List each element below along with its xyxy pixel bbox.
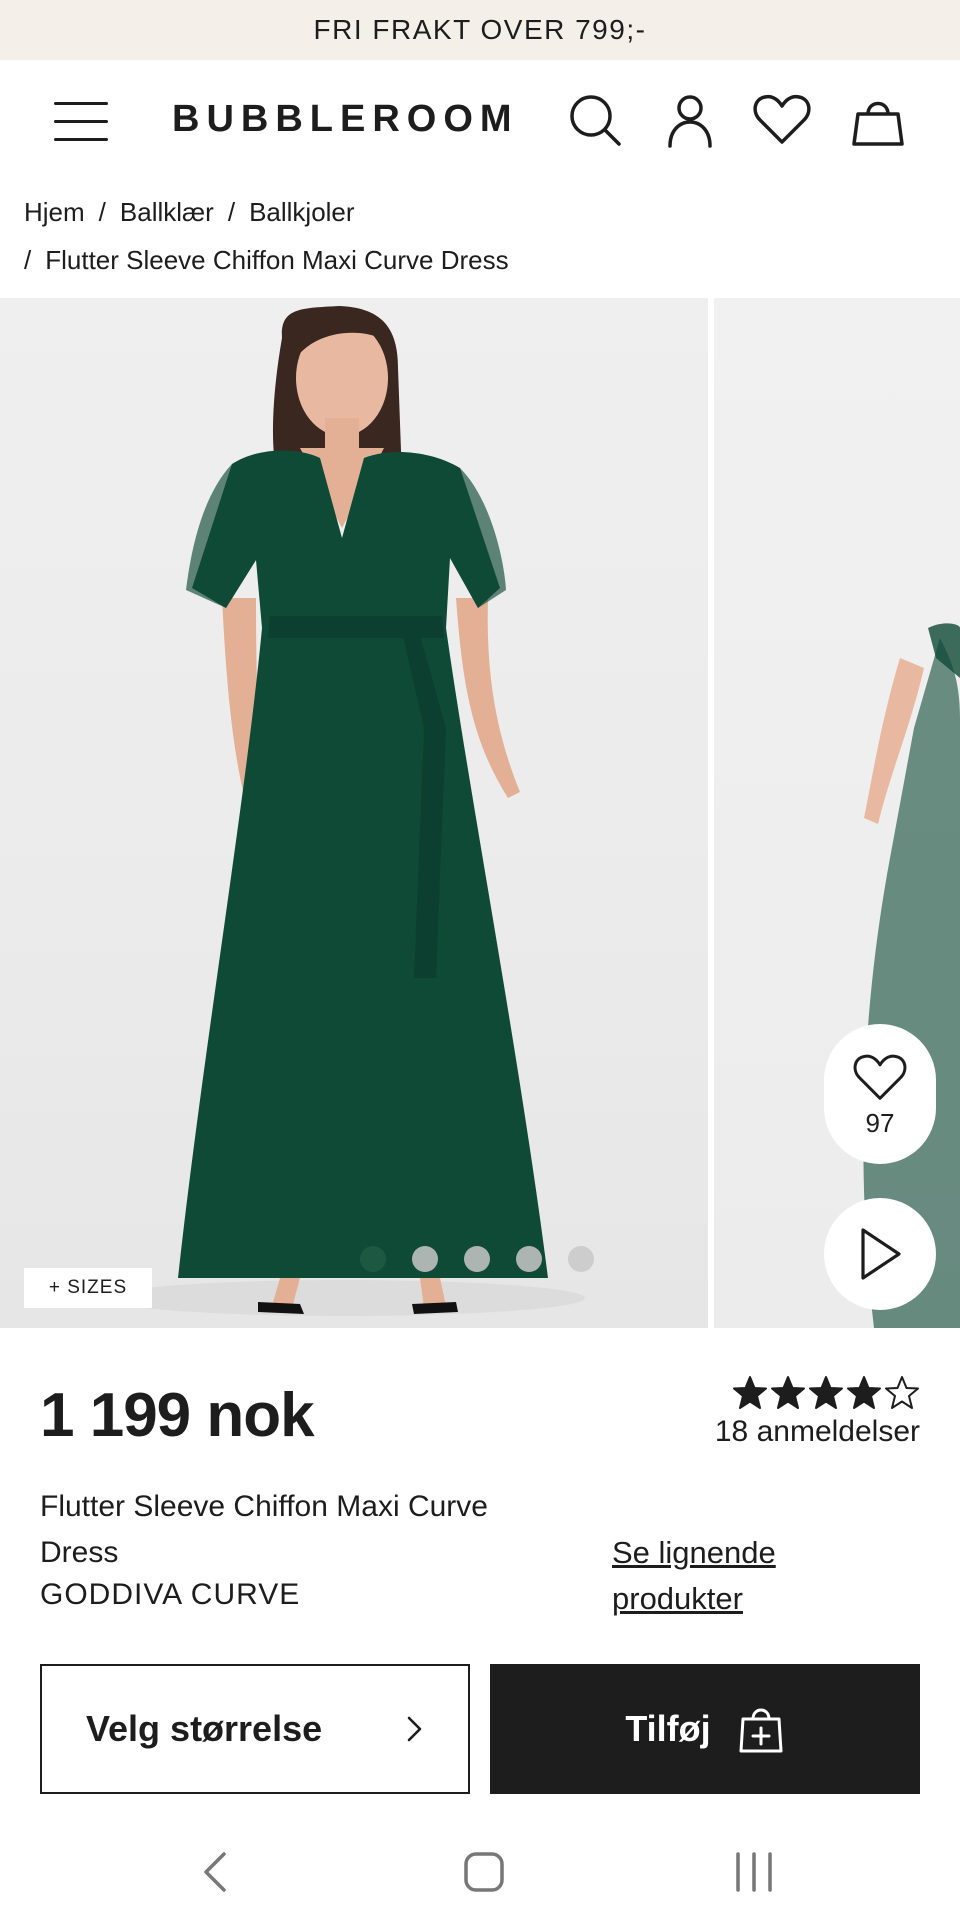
menu-icon[interactable] xyxy=(54,100,108,142)
promo-bar: FRI FRAKT OVER 799;- xyxy=(0,0,960,60)
home-icon[interactable] xyxy=(454,1842,514,1902)
back-icon[interactable] xyxy=(186,1842,246,1902)
breadcrumb-home[interactable]: Hjem xyxy=(24,188,85,236)
user-icon[interactable] xyxy=(660,90,720,150)
breadcrumb-current: Flutter Sleeve Chiffon Maxi Curve Dress xyxy=(45,245,509,275)
system-nav-bar xyxy=(0,1820,960,1924)
model-dress-illustration xyxy=(105,306,585,1316)
breadcrumb-separator: / xyxy=(24,245,32,275)
star-filled-icon xyxy=(733,1376,767,1409)
select-size-label: Velg størrelse xyxy=(86,1708,323,1749)
star-filled-icon xyxy=(771,1376,805,1409)
play-video-button[interactable] xyxy=(824,1198,936,1310)
gallery-dot[interactable] xyxy=(360,1246,386,1272)
gallery-dot[interactable] xyxy=(412,1246,438,1272)
star-filled-icon xyxy=(809,1376,843,1409)
add-to-cart-label: Tilføj xyxy=(625,1708,711,1749)
recents-icon[interactable] xyxy=(724,1842,784,1902)
rating-stars xyxy=(690,1375,920,1411)
star-empty-icon xyxy=(885,1376,919,1409)
product-gallery[interactable]: + SIZES xyxy=(0,298,960,1328)
similar-link-line[interactable]: Se lignende xyxy=(612,1530,852,1576)
site-logo[interactable]: BUBBLEROOM xyxy=(172,98,519,141)
wishlist-button[interactable]: 97 xyxy=(824,1024,936,1164)
play-icon xyxy=(861,1228,901,1280)
heart-icon xyxy=(853,1054,907,1100)
gallery-dot[interactable] xyxy=(568,1246,594,1272)
product-name-line: Dress xyxy=(40,1536,119,1569)
rating-block[interactable]: 18 anmeldelser xyxy=(690,1375,920,1449)
product-image-main[interactable]: + SIZES xyxy=(0,298,708,1328)
similar-products-link[interactable]: Se lignende produkter xyxy=(612,1530,852,1622)
select-size-button[interactable]: Velg størrelse xyxy=(40,1664,470,1794)
product-price: 1 199 nok xyxy=(40,1381,315,1450)
heart-icon[interactable] xyxy=(752,90,812,150)
bag-icon[interactable] xyxy=(848,90,908,150)
breadcrumb-separator: / xyxy=(98,197,106,227)
model-dress-illustration-2 xyxy=(863,623,960,1328)
gallery-dot[interactable] xyxy=(464,1246,490,1272)
wishlist-count: 97 xyxy=(865,1107,895,1138)
reviews-count[interactable]: 18 anmeldelser xyxy=(690,1415,920,1449)
bag-plus-icon xyxy=(739,1708,783,1753)
gallery-pagination xyxy=(360,1246,594,1272)
sizes-tag[interactable]: + SIZES xyxy=(24,1268,152,1308)
site-header: BUBBLEROOM xyxy=(0,60,960,185)
breadcrumb: Hjem / Ballklær / Ballkjoler / Flutter S… xyxy=(24,188,924,284)
product-name-line: Flutter Sleeve Chiffon Maxi Curve xyxy=(40,1490,488,1523)
product-name: Flutter Sleeve Chiffon Maxi Curve Dress xyxy=(40,1484,600,1576)
promo-text: FRI FRAKT OVER 799;- xyxy=(313,14,647,45)
breadcrumb-ballkjoler[interactable]: Ballkjoler xyxy=(249,188,355,236)
product-brand[interactable]: GODDIVA CURVE xyxy=(40,1578,300,1612)
chevron-right-icon xyxy=(407,1716,422,1742)
product-image-next[interactable] xyxy=(714,298,960,1328)
star-filled-icon xyxy=(847,1376,881,1409)
similar-link-line[interactable]: produkter xyxy=(612,1576,852,1622)
add-to-cart-button[interactable]: Tilføj xyxy=(490,1664,920,1794)
gallery-dot[interactable] xyxy=(516,1246,542,1272)
search-icon[interactable] xyxy=(565,90,625,150)
breadcrumb-ballklaer[interactable]: Ballklær xyxy=(120,188,214,236)
breadcrumb-separator: / xyxy=(227,197,236,227)
